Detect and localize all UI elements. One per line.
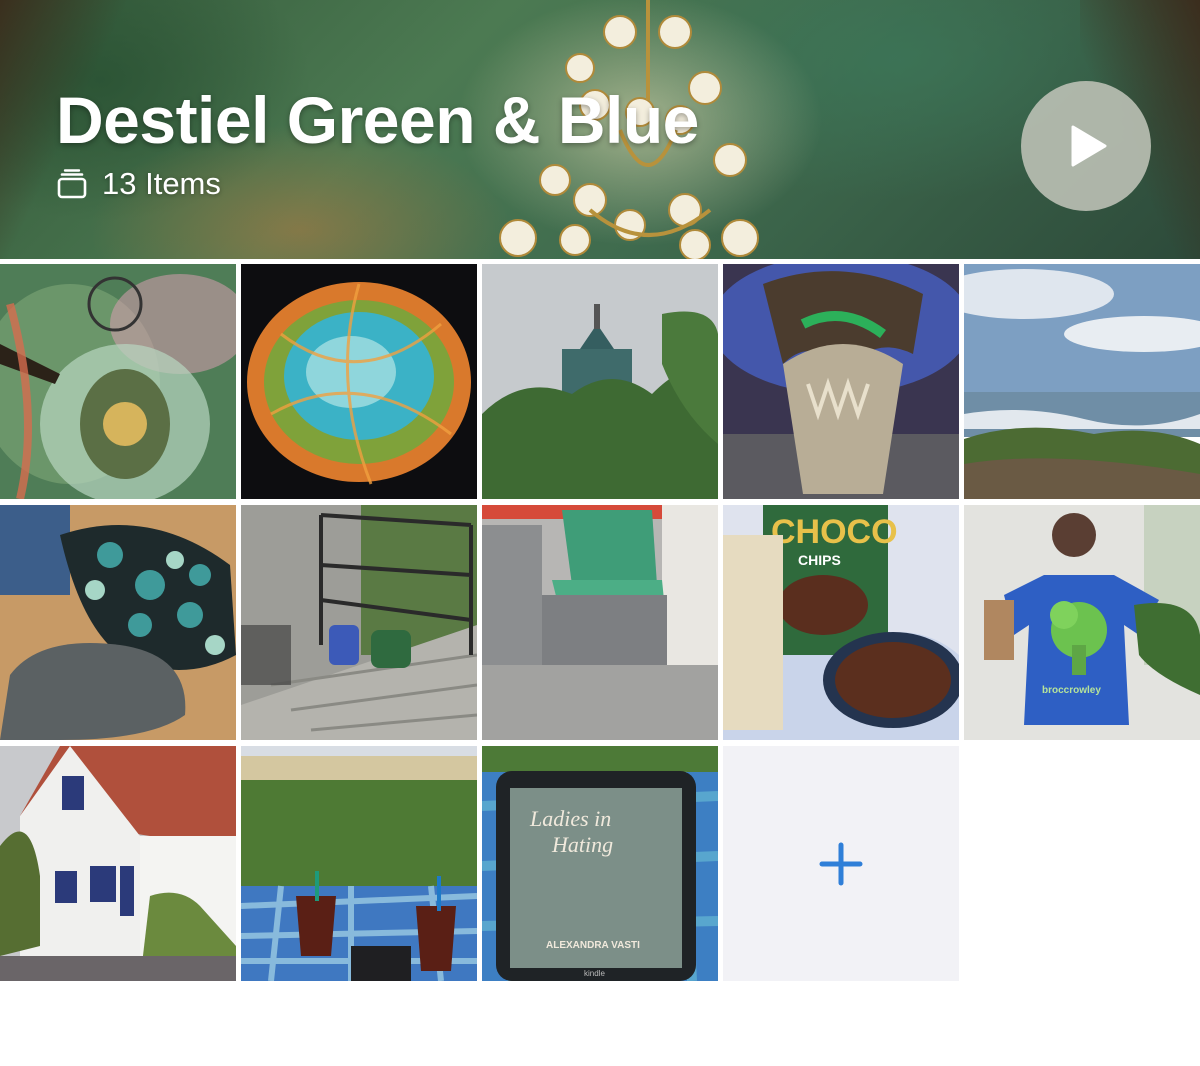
- photo-thumbnail: [0, 505, 236, 740]
- shirt-text: broccrowley: [1042, 685, 1101, 696]
- photo-thumbnail: [964, 264, 1200, 499]
- photo-thumbnail: [723, 264, 959, 499]
- photo-thumbnail: [482, 264, 718, 499]
- add-photo-button[interactable]: [723, 746, 959, 981]
- stack-icon: [57, 169, 87, 199]
- book-title-line-2: Hating: [551, 832, 613, 857]
- photo-thumbnail: [0, 746, 236, 981]
- photo-thumbnail: CHOCO CHIPS: [723, 505, 959, 740]
- photo-tile-1[interactable]: [0, 264, 236, 499]
- photo-thumbnail: [482, 505, 718, 740]
- photo-tile-5[interactable]: [964, 264, 1200, 499]
- plus-icon: [819, 842, 863, 885]
- photo-tile-9[interactable]: CHOCO CHIPS: [723, 505, 959, 740]
- photo-tile-6[interactable]: [0, 505, 236, 740]
- photo-thumbnail: [0, 264, 236, 499]
- book-author: ALEXANDRA VASTI: [546, 940, 640, 951]
- photo-tile-11[interactable]: [0, 746, 236, 981]
- photo-tile-10[interactable]: broccrowley: [964, 505, 1200, 740]
- photo-tile-13[interactable]: Ladies in Hating ALEXANDRA VASTI kindle: [482, 746, 718, 981]
- item-count-label: 13 Items: [102, 166, 221, 201]
- photo-tile-12[interactable]: [241, 746, 477, 981]
- photo-tile-8[interactable]: [482, 505, 718, 740]
- photo-tile-2[interactable]: [241, 264, 477, 499]
- photo-thumbnail: Ladies in Hating ALEXANDRA VASTI kindle: [482, 746, 718, 981]
- photo-thumbnail: [241, 264, 477, 499]
- book-title-line-1: Ladies in: [529, 806, 611, 831]
- photo-thumbnail: [241, 505, 477, 740]
- device-brand: kindle: [584, 969, 605, 978]
- album-title: Destiel Green & Blue: [56, 83, 699, 157]
- cereal-box-text: CHOCO: [771, 513, 898, 551]
- play-icon: [1071, 125, 1107, 167]
- photo-tile-4[interactable]: [723, 264, 959, 499]
- photo-thumbnail: broccrowley: [964, 505, 1200, 740]
- album-header: Destiel Green & Blue 13 Items: [0, 0, 1200, 259]
- item-count: 13 Items: [56, 166, 221, 202]
- photo-tile-3[interactable]: [482, 264, 718, 499]
- play-slideshow-button[interactable]: [1021, 81, 1151, 211]
- photo-grid: CHOCO CHIPS broccrowley Ladies in Hating…: [0, 264, 1200, 981]
- cereal-box-subtext: CHIPS: [798, 552, 841, 568]
- photo-tile-7[interactable]: [241, 505, 477, 740]
- photo-thumbnail: [241, 746, 477, 981]
